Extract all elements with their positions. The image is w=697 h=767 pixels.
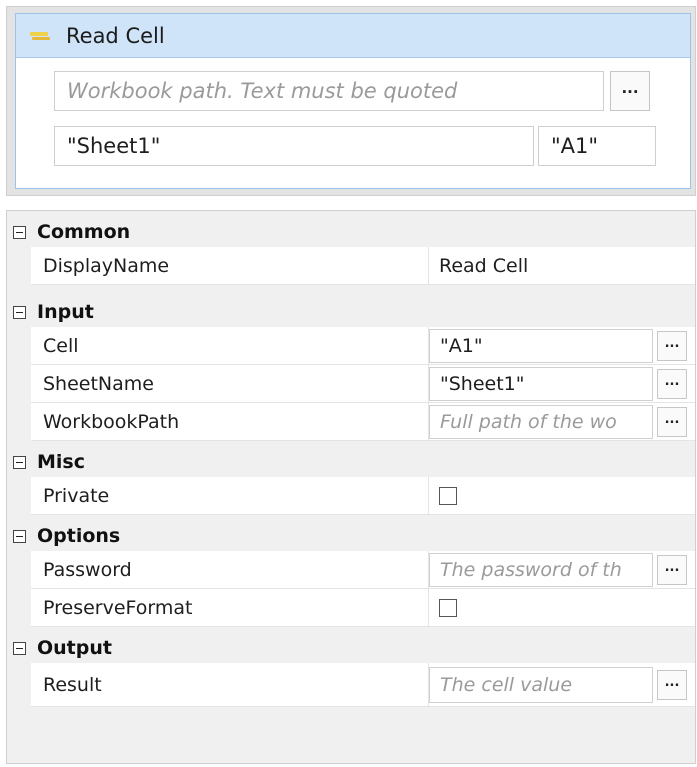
collapse-icon[interactable] (13, 455, 26, 469)
property-name: WorkbookPath (31, 403, 429, 440)
category-common[interactable]: Common (7, 217, 695, 247)
property-row-sheetname: SheetName "Sheet1" ... (31, 365, 695, 403)
category-options[interactable]: Options (7, 521, 695, 551)
preserveformat-checkbox[interactable] (439, 599, 457, 617)
property-row-password: Password The password of th ... (31, 551, 695, 589)
property-name: DisplayName (31, 247, 429, 284)
collapse-icon[interactable] (13, 529, 26, 543)
collapse-icon[interactable] (13, 305, 26, 319)
workbookpath-value-input[interactable]: Full path of the wo (429, 405, 653, 439)
category-label: Output (37, 637, 112, 659)
sheetname-value-input[interactable]: "Sheet1" (429, 367, 653, 401)
read-cell-activity[interactable]: Read Cell Workbook path. Text must be qu… (6, 6, 696, 196)
property-row-workbookpath: WorkbookPath Full path of the wo ... (31, 403, 695, 441)
activity-header[interactable]: Read Cell (16, 14, 690, 58)
category-label: Common (37, 221, 131, 243)
read-cell-icon (30, 31, 52, 41)
property-row-result: Result The cell value ... (31, 663, 695, 707)
property-row-cell: Cell "A1" ... (31, 327, 695, 365)
category-label: Input (37, 301, 94, 323)
cell-value-input[interactable]: "A1" (429, 329, 653, 363)
property-name: Cell (31, 327, 429, 364)
activity-title: Read Cell (66, 23, 165, 48)
properties-panel: Common DisplayName Read Cell Input Cell … (6, 210, 696, 764)
property-row-displayname: DisplayName Read Cell (31, 247, 695, 285)
collapse-icon[interactable] (13, 225, 26, 239)
displayname-value[interactable]: Read Cell (429, 247, 528, 284)
workbookpath-browse-button[interactable]: ... (657, 407, 687, 437)
workbook-path-browse-button[interactable]: ... (610, 71, 650, 111)
private-checkbox[interactable] (439, 487, 457, 505)
property-row-preserveformat: PreserveFormat (31, 589, 695, 627)
category-label: Options (37, 525, 121, 547)
cell-input[interactable]: "A1" (538, 126, 656, 166)
property-name: Password (31, 551, 429, 588)
password-browse-button[interactable]: ... (657, 555, 687, 585)
property-name: Private (31, 477, 429, 514)
password-value-input[interactable]: The password of th (429, 553, 653, 587)
property-name: PreserveFormat (31, 589, 429, 626)
collapse-icon[interactable] (13, 641, 26, 655)
cell-browse-button[interactable]: ... (657, 331, 687, 361)
property-name: Result (31, 663, 429, 706)
category-misc[interactable]: Misc (7, 447, 695, 477)
category-output[interactable]: Output (7, 633, 695, 663)
workbook-path-input[interactable]: Workbook path. Text must be quoted (54, 71, 604, 111)
sheet-name-input[interactable]: "Sheet1" (54, 126, 534, 166)
property-name: SheetName (31, 365, 429, 402)
result-browse-button[interactable]: ... (657, 670, 687, 700)
sheetname-browse-button[interactable]: ... (657, 369, 687, 399)
activity-body: Read Cell Workbook path. Text must be qu… (15, 13, 691, 189)
category-label: Misc (37, 451, 85, 473)
category-input[interactable]: Input (7, 297, 695, 327)
result-value-input[interactable]: The cell value (429, 667, 653, 703)
property-row-private: Private (31, 477, 695, 515)
